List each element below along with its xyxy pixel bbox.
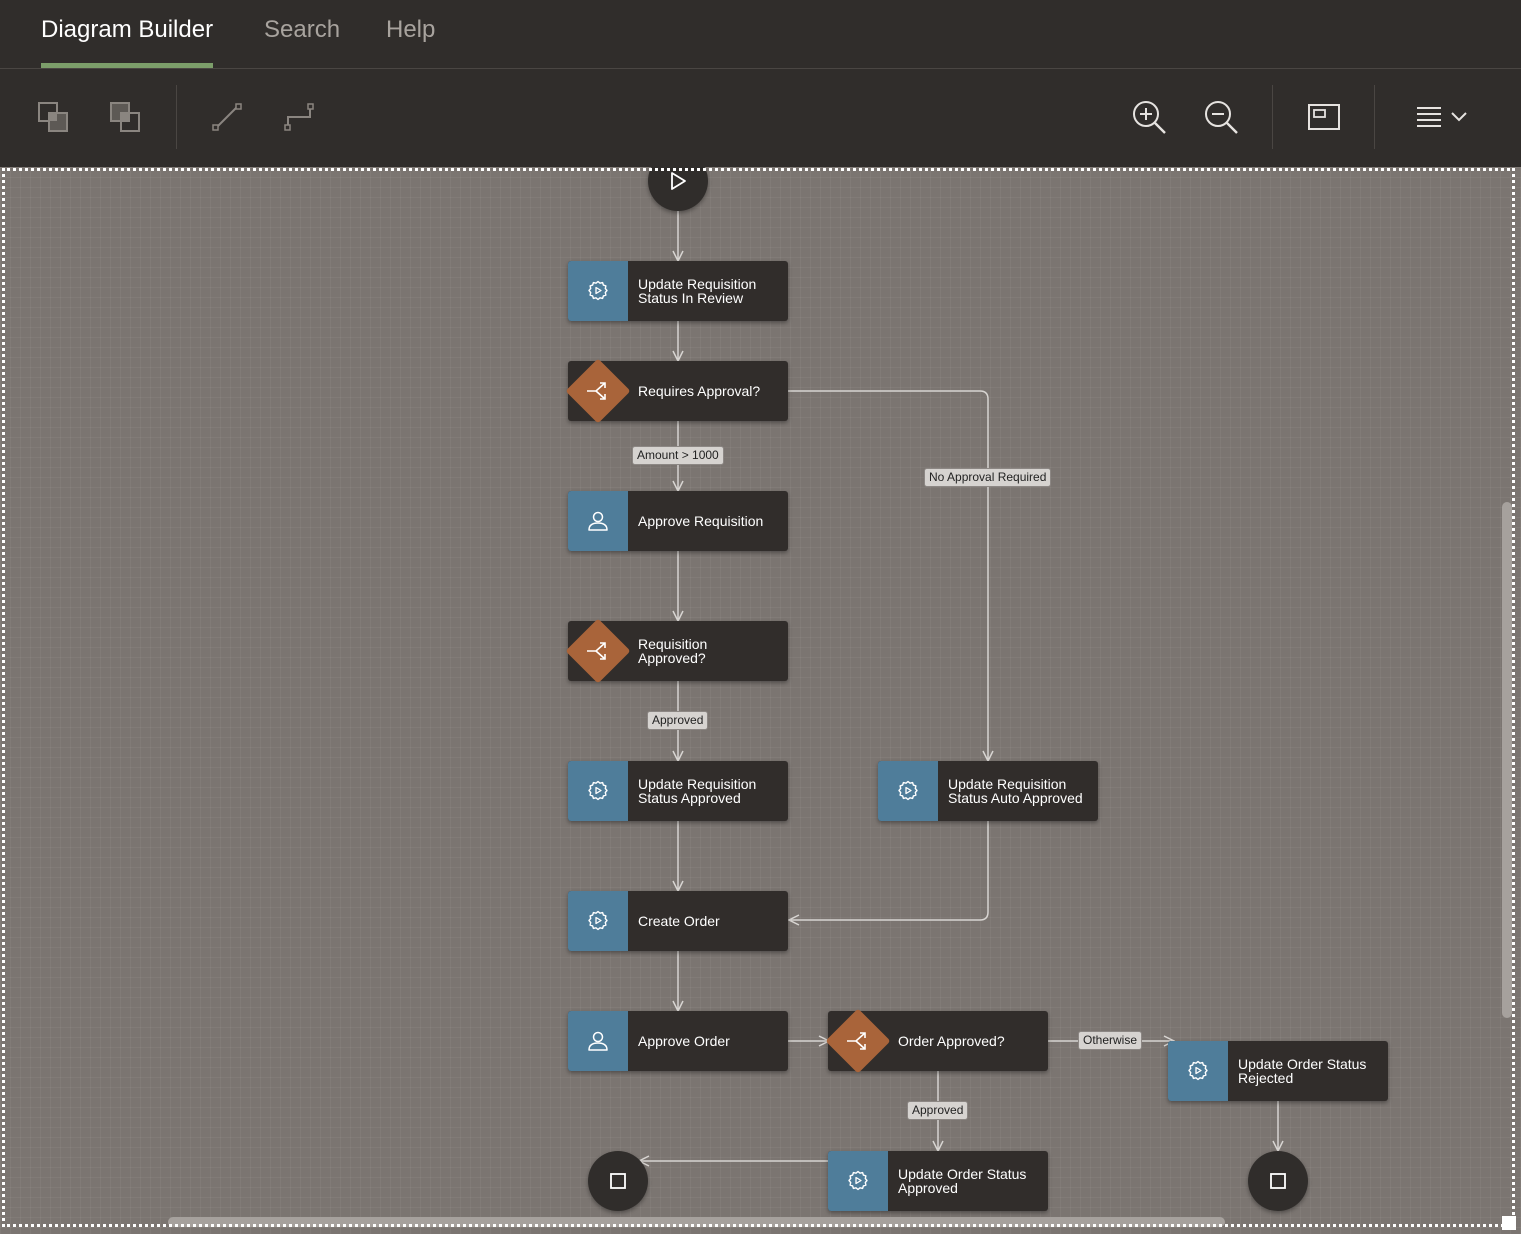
resize-corner [1502,1216,1516,1230]
node-label: Approve Order [638,1033,730,1049]
user-icon [588,511,608,531]
edge-label-amount[interactable]: Amount > 1000 [632,446,724,465]
tab-help[interactable]: Help [386,0,435,68]
gateway-split-icon [847,1032,866,1050]
service-task-create-order[interactable]: Create Order [568,891,788,951]
service-task-update-order-approved[interactable]: Update Order Status Approved [828,1151,1048,1211]
zoom-out-icon [1205,101,1238,134]
zoom-out-button[interactable] [1201,97,1241,137]
service-gear-icon [588,280,608,301]
toolbar-divider [1374,85,1375,149]
node-label: Order Approved? [898,1033,1005,1049]
gateway-requires-approval[interactable]: Requires Approval? [565,358,788,424]
node-label: Update Requisition Status In Review [638,276,757,306]
node-label: Requires Approval? [638,383,761,399]
edge-label-otherwise[interactable]: Otherwise [1078,1031,1143,1050]
node-label: Create Order [638,913,720,929]
vertical-scrollbar[interactable] [1502,502,1512,1018]
elbow-connector-button[interactable] [279,97,319,137]
gateway-split-icon [587,382,606,400]
service-gear-icon [1188,1060,1208,1081]
bring-to-front-button[interactable] [33,97,73,137]
node-label: Approve Requisition [638,513,764,529]
stop-icon [610,1173,626,1189]
gateway-order-approved[interactable]: Order Approved? [825,1008,1048,1074]
toolbar-divider [176,85,177,149]
stop-icon [1270,1173,1286,1189]
user-task-approve-requisition[interactable]: Approve Requisition [568,491,788,551]
service-task-update-order-rejected[interactable]: Update Order Status Rejected [1168,1041,1388,1101]
edge-label-approved[interactable]: Approved [907,1101,969,1120]
tab-search[interactable]: Search [264,0,340,68]
send-to-back-icon [110,102,140,132]
toolbar [0,69,1521,167]
service-gear-icon [848,1170,868,1191]
service-task-update-approved[interactable]: Update Requisition Status Approved [568,761,788,821]
tab-bar: Diagram Builder Search Help [0,0,1521,69]
node-label: Update Order Status Rejected [1238,1056,1367,1086]
zoom-in-button[interactable] [1129,97,1169,137]
service-task-update-in-review[interactable]: Update Requisition Status In Review [568,261,788,321]
menu-icon [1417,107,1467,127]
user-icon [588,1031,608,1051]
diagram-canvas[interactable]: Update Requisition Status In Review Requ… [0,167,1521,1234]
fit-to-window-icon [1308,104,1340,130]
user-task-approve-order[interactable]: Approve Order [568,1011,788,1071]
node-label: Requisition Approved? [638,636,708,666]
node-label: Update Requisition Status Auto Approved [948,776,1083,806]
edge-label-no-approval[interactable]: No Approval Required [924,468,1052,487]
toolbar-divider [1272,85,1273,149]
tab-diagram-builder[interactable]: Diagram Builder [41,0,214,68]
straight-connector-icon [212,103,242,131]
service-gear-icon [898,780,918,801]
gateway-split-icon [587,642,606,660]
elbow-connector-icon [284,103,314,131]
fit-to-window-button[interactable] [1303,97,1343,137]
edge-label-approved[interactable]: Approved [647,711,709,730]
connector-auto-approved-to-create-order[interactable] [789,821,989,920]
end-event[interactable] [1248,1151,1308,1211]
play-icon [671,172,686,190]
node-label: Update Requisition Status Approved [638,776,757,806]
zoom-in-icon [1133,101,1166,134]
service-gear-icon [588,910,608,931]
connector-no-approval-required[interactable] [788,390,988,761]
bring-to-front-icon [38,102,68,132]
gateway-requisition-approved[interactable]: Requisition Approved? [565,618,788,684]
service-task-update-auto-approved[interactable]: Update Requisition Status Auto Approved [878,761,1098,821]
menu-button[interactable] [1413,97,1473,137]
send-to-back-button[interactable] [105,97,145,137]
horizontal-scrollbar[interactable] [168,1217,1225,1227]
end-event[interactable] [588,1151,648,1211]
node-label: Update Order Status Approved [898,1166,1027,1196]
service-gear-icon [588,780,608,801]
straight-connector-button[interactable] [207,97,247,137]
